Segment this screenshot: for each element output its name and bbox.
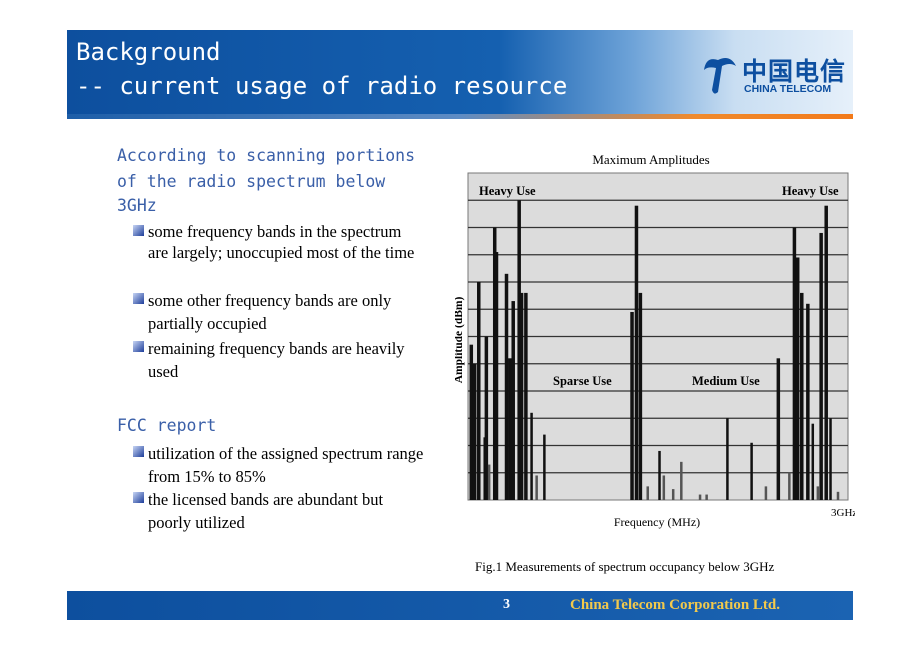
heading-line: 3GHz [117, 196, 157, 215]
x-axis-label: Frequency (MHz) [614, 515, 700, 529]
spectrum-bar [477, 282, 481, 500]
annotation-heavy-use-right: Heavy Use [782, 184, 839, 198]
spectrum-bar [776, 358, 781, 500]
section-heading-scanning: According to scanning portions of the ra… [117, 143, 415, 217]
spectrum-bar [764, 486, 768, 500]
section-heading-fcc: FCC report [117, 416, 217, 435]
bullet-text: the licensed bands are abundant but poor… [148, 490, 384, 532]
spectrum-bar [811, 423, 815, 500]
slide-subtitle: -- current usage of radio resource [76, 72, 568, 100]
bullet-text: utilization of the assigned spectrum ran… [148, 444, 424, 486]
spectrum-bar [472, 363, 477, 500]
bullet-item: some other frequency bands are only part… [133, 289, 413, 335]
annotation-sparse-use: Sparse Use [553, 374, 612, 388]
spectrum-bar [800, 292, 804, 500]
spectrum-bar [508, 358, 512, 500]
bullet-item: the licensed bands are abundant but poor… [133, 488, 413, 534]
spectrum-bar [726, 418, 729, 500]
spectrum-bar [511, 301, 515, 500]
spectrum-bar [836, 491, 840, 500]
spectrum-bar [630, 311, 634, 500]
annotation-heavy-use-left: Heavy Use [479, 184, 536, 198]
figure-caption: Fig.1 Measurements of spectrum occupancy… [475, 559, 775, 574]
spectrum-bar [646, 486, 649, 500]
spectrum-bar [792, 227, 797, 500]
heading-line: of the radio spectrum below [117, 172, 386, 191]
bullet-square-icon [133, 446, 144, 457]
spectrum-bar [824, 205, 828, 500]
x-end-label: 3GHz [831, 507, 855, 519]
spectrum-bar [524, 292, 528, 500]
company-name: China Telecom Corporation Ltd. [570, 597, 781, 613]
spectrum-bar [788, 472, 791, 500]
bullet-text: some other frequency bands are only part… [148, 291, 392, 333]
spectrum-bar [662, 475, 666, 500]
annotation-medium-use: Medium Use [692, 374, 760, 388]
bullet-square-icon [133, 492, 144, 503]
spectrum-bar [543, 434, 546, 500]
header-accent-line [67, 114, 853, 119]
spectrum-bar [638, 292, 643, 500]
bullet-item: remaining frequency bands are heavily us… [133, 337, 413, 383]
spectrum-bar [705, 494, 708, 500]
spectrum-chart: Maximum Amplitudes Heavy Use Heavy Use S… [455, 152, 855, 529]
bullet-text: remaining frequency bands are heavily us… [148, 339, 405, 381]
china-telecom-logo: 中国电信 CHINA TELECOM [700, 52, 848, 102]
bullet-item: utilization of the assigned spectrum ran… [133, 442, 438, 488]
spectrum-bar [535, 475, 538, 500]
spectrum-bar [698, 494, 702, 500]
bullet-text: some frequency bands in the spectrum are… [148, 222, 415, 262]
page-number: 3 [503, 597, 510, 612]
spectrum-bar [819, 232, 823, 500]
bullet-square-icon [133, 225, 144, 236]
spectrum-bar [671, 489, 675, 500]
spectrum-bar [658, 450, 661, 500]
chart-title: Maximum Amplitudes [592, 152, 709, 167]
telecom-logo-icon [704, 58, 736, 94]
spectrum-bar [829, 418, 832, 500]
spectrum-bar [795, 257, 800, 500]
bullet-item: some frequency bands in the spectrum are… [133, 221, 418, 263]
y-axis-label: Amplitude (dBm) [455, 297, 465, 384]
spectrum-bar [680, 461, 683, 500]
spectrum-bar [484, 336, 489, 500]
logo-text-en: CHINA TELECOM [744, 83, 832, 95]
spectrum-bar [469, 344, 474, 500]
slide-footer: 3 China Telecom Corporation Ltd. [67, 591, 853, 620]
spectrum-bar [634, 205, 639, 500]
spectrum-bar [816, 486, 820, 500]
bullet-square-icon [133, 293, 144, 304]
spectrum-bar [519, 292, 524, 500]
spectrum-bar [530, 412, 533, 500]
spectrum-bar [487, 464, 491, 500]
bullet-square-icon [133, 341, 144, 352]
spectrum-bar [494, 252, 499, 500]
spectrum-bar [806, 303, 810, 500]
spectrum-bar [504, 273, 509, 500]
heading-line: According to scanning portions [117, 146, 416, 165]
slide-title: Background [76, 38, 221, 66]
spectrum-bar [750, 442, 753, 500]
